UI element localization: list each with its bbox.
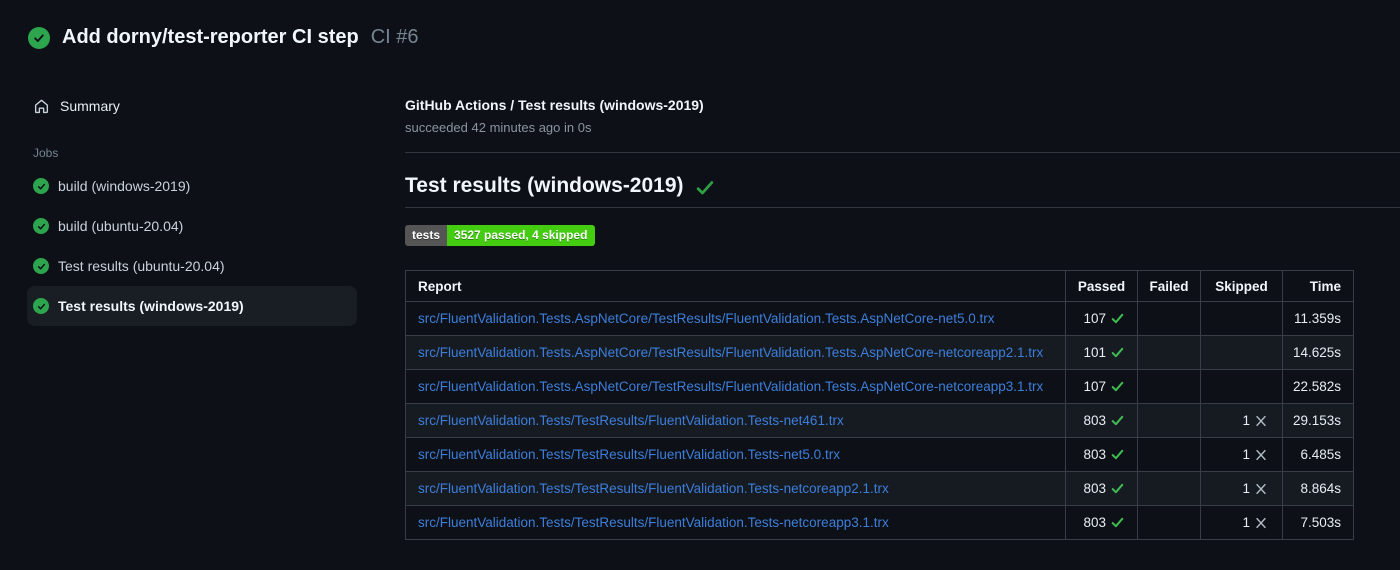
check-circle-icon (33, 178, 49, 194)
failed-cell (1137, 335, 1201, 370)
test-results-table: Report Passed Failed Skipped Time src/Fl… (405, 270, 1354, 540)
check-circle-icon (28, 26, 50, 49)
time-cell: 11.359s (1282, 301, 1354, 336)
time-cell: 7.503s (1282, 505, 1354, 540)
report-link[interactable]: src/FluentValidation.Tests/TestResults/F… (418, 447, 840, 462)
check-icon (1111, 449, 1124, 460)
run-title: Add dorny/test-reporter CI step (62, 26, 359, 48)
column-header-time: Time (1282, 270, 1354, 302)
sidebar-job-item[interactable]: build (ubuntu-20.04) (27, 206, 357, 246)
job-label: build (ubuntu-20.04) (58, 218, 184, 234)
job-title: GitHub Actions / Test results (windows-2… (405, 97, 704, 113)
passed-cell: 107 (1065, 369, 1138, 404)
job-label: build (windows-2019) (58, 178, 191, 194)
report-link[interactable]: src/FluentValidation.Tests/TestResults/F… (418, 413, 844, 428)
report-link[interactable]: src/FluentValidation.Tests/TestResults/F… (418, 481, 889, 496)
summary-label: Summary (60, 98, 120, 114)
passed-cell: 101 (1065, 335, 1138, 370)
column-header-failed: Failed (1137, 270, 1201, 302)
table-row: src/FluentValidation.Tests/TestResults/F… (405, 437, 1354, 472)
time-cell: 29.153s (1282, 403, 1354, 438)
skipped-cell (1200, 301, 1283, 336)
home-icon (33, 98, 50, 115)
badge-value: 3527 passed, 4 skipped (447, 225, 596, 246)
failed-cell (1137, 505, 1201, 540)
failed-cell (1137, 403, 1201, 438)
time-cell: 22.582s (1282, 369, 1354, 404)
skipped-cell: 1 (1200, 403, 1283, 438)
main-content: GitHub Actions / Test results (windows-2… (405, 97, 1400, 540)
sidebar-item-summary[interactable]: Summary (27, 88, 357, 124)
table-row: src/FluentValidation.Tests.AspNetCore/Te… (405, 335, 1354, 370)
passed-cell: 803 (1065, 437, 1138, 472)
x-icon (1256, 483, 1266, 495)
check-circle-icon (33, 258, 49, 274)
jobs-list: build (windows-2019) build (ubuntu-20.04… (27, 166, 357, 326)
skipped-cell: 1 (1200, 505, 1283, 540)
check-circle-icon (33, 218, 49, 234)
passed-cell: 803 (1065, 403, 1138, 438)
run-number: CI #6 (370, 26, 419, 48)
table-row: src/FluentValidation.Tests.AspNetCore/Te… (405, 301, 1354, 336)
skipped-cell: 1 (1200, 437, 1283, 472)
badge-label: tests (405, 225, 448, 246)
jobs-section-label: Jobs (33, 146, 59, 160)
sidebar-job-item[interactable]: build (windows-2019) (27, 166, 357, 206)
check-icon (1111, 415, 1124, 426)
check-icon (1111, 347, 1124, 358)
failed-cell (1137, 369, 1201, 404)
x-icon (1256, 449, 1266, 461)
check-circle-icon (33, 298, 49, 314)
failed-cell (1137, 301, 1201, 336)
section-heading: Test results (windows-2019) (405, 174, 1400, 208)
job-label: Test results (windows-2019) (58, 298, 244, 314)
report-link[interactable]: src/FluentValidation.Tests.AspNetCore/Te… (418, 345, 1043, 360)
table-row: src/FluentValidation.Tests/TestResults/F… (405, 471, 1354, 506)
skipped-cell: 1 (1200, 471, 1283, 506)
time-cell: 14.625s (1282, 335, 1354, 370)
table-row: src/FluentValidation.Tests/TestResults/F… (405, 505, 1354, 540)
divider (405, 152, 1400, 153)
column-header-passed: Passed (1065, 270, 1138, 302)
table-header-row: Report Passed Failed Skipped Time (405, 270, 1354, 302)
report-link[interactable]: src/FluentValidation.Tests.AspNetCore/Te… (418, 379, 1043, 394)
skipped-cell (1200, 369, 1283, 404)
job-status-line: succeeded 42 minutes ago in 0s (405, 120, 592, 135)
x-icon (1256, 517, 1266, 529)
check-icon (1111, 381, 1124, 392)
failed-cell (1137, 437, 1201, 472)
job-label: Test results (ubuntu-20.04) (58, 258, 225, 274)
sidebar-job-item[interactable]: Test results (ubuntu-20.04) (27, 246, 357, 286)
tests-badge: tests 3527 passed, 4 skipped (405, 225, 596, 246)
passed-cell: 803 (1065, 471, 1138, 506)
report-link[interactable]: src/FluentValidation.Tests.AspNetCore/Te… (418, 311, 995, 326)
check-icon (1111, 313, 1124, 324)
report-link[interactable]: src/FluentValidation.Tests/TestResults/F… (418, 515, 889, 530)
column-header-skipped: Skipped (1200, 270, 1283, 302)
section-heading-text: Test results (windows-2019) (405, 174, 684, 197)
x-icon (1256, 415, 1266, 427)
time-cell: 6.485s (1282, 437, 1354, 472)
table-row: src/FluentValidation.Tests.AspNetCore/Te… (405, 369, 1354, 404)
passed-cell: 803 (1065, 505, 1138, 540)
check-icon (1111, 517, 1124, 528)
skipped-cell (1200, 335, 1283, 370)
table-row: src/FluentValidation.Tests/TestResults/F… (405, 403, 1354, 438)
passed-cell: 107 (1065, 301, 1138, 336)
sidebar-job-item[interactable]: Test results (windows-2019) (27, 286, 357, 326)
sidebar: Summary Jobs build (windows-2019) build … (27, 88, 357, 326)
check-icon (1111, 483, 1124, 494)
time-cell: 8.864s (1282, 471, 1354, 506)
failed-cell (1137, 471, 1201, 506)
run-header: Add dorny/test-reporter CI step CI #6 (28, 26, 419, 49)
check-icon (695, 178, 715, 198)
column-header-report: Report (405, 270, 1066, 302)
